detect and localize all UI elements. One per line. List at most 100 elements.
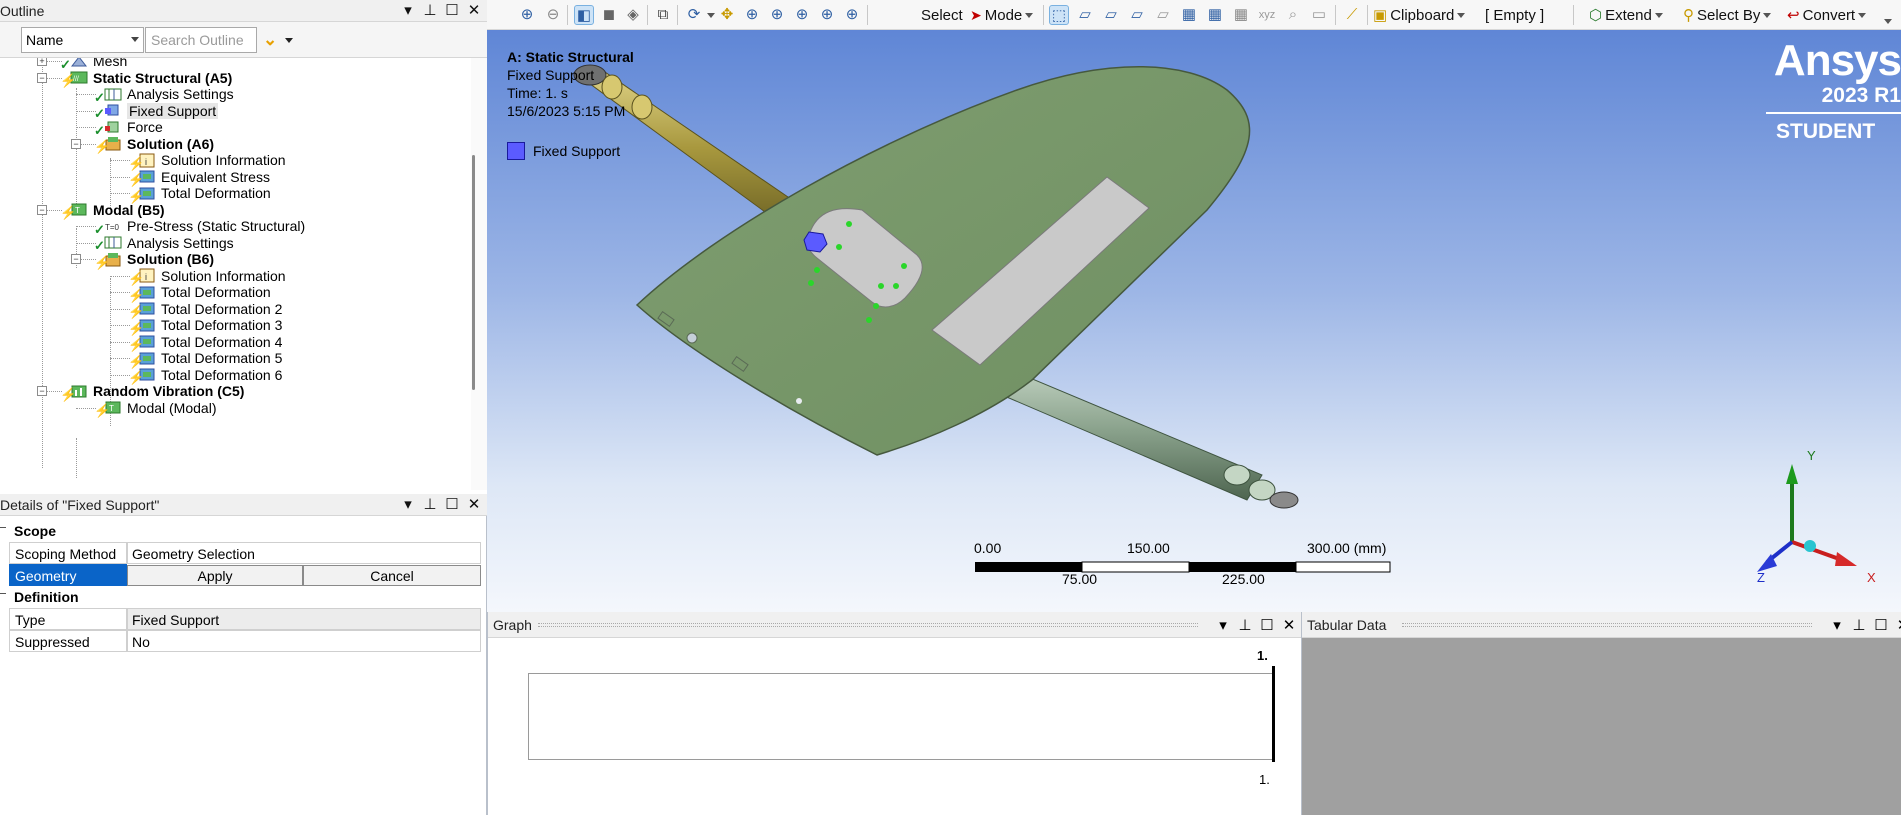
scoping-method-value[interactable]: Geometry Selection xyxy=(127,542,481,564)
graph-panel: Graph ▾ ⊥ ☐ ✕ 1. 1. xyxy=(487,612,1301,815)
close-icon[interactable]: ✕ xyxy=(466,496,482,514)
viewport-legend: Fixed Support xyxy=(507,142,620,160)
convert-button[interactable]: ↩ Convert xyxy=(1787,4,1867,26)
pin-icon[interactable]: ⊥ xyxy=(422,2,438,20)
pin-icon[interactable]: ⊥ xyxy=(422,496,438,514)
result-icon: ⚡ xyxy=(128,351,156,369)
select-body-icon[interactable]: ▱ xyxy=(1127,4,1147,26)
definition-header-label: Definition xyxy=(14,589,79,605)
clipboard-button[interactable]: ▣ Clipboard xyxy=(1373,4,1466,26)
brand-edition: STUDENT xyxy=(1776,120,1876,143)
filter-dropdown-icon[interactable] xyxy=(285,38,293,43)
select-node-icon[interactable]: ▱ xyxy=(1153,4,1173,26)
select-by-button[interactable]: ⚲ Select By xyxy=(1683,4,1772,26)
svg-text:i: i xyxy=(145,157,147,167)
result-icon: ⚡ xyxy=(128,301,156,319)
maximize-icon[interactable]: ☐ xyxy=(444,496,460,514)
expand-icon[interactable]: + xyxy=(37,58,47,66)
solution-icon: ⚡ xyxy=(94,252,122,270)
coordinate-select-icon[interactable]: xyz xyxy=(1257,4,1277,26)
close-icon[interactable]: ✕ xyxy=(1895,616,1901,634)
wing-body xyxy=(635,66,1251,456)
graphics-viewport[interactable]: A: Static Structural Fixed Support Time:… xyxy=(487,30,1901,612)
zoom-icon[interactable]: ⊕ xyxy=(742,4,762,26)
zoom-fit-icon[interactable]: ⊕ xyxy=(792,4,812,26)
geometry-row: Geometry Apply Cancel xyxy=(0,564,482,586)
definition-section-header[interactable]: Definition xyxy=(0,586,482,608)
select-button[interactable]: Select xyxy=(921,4,963,26)
suppressed-row: Suppressed No xyxy=(0,630,482,652)
chart-icon[interactable]: ⟋ xyxy=(1342,4,1362,26)
tree-node[interactable]: T ⚡ Modal (Modal) xyxy=(94,398,216,419)
collapse-icon[interactable]: − xyxy=(71,254,81,264)
find-icon[interactable]: ⌕ xyxy=(1283,4,1303,26)
outline-scrollbar-thumb[interactable] xyxy=(472,155,475,390)
wing-model[interactable] xyxy=(487,30,1901,612)
pin-icon[interactable]: ⊥ xyxy=(1237,616,1253,634)
dropdown-icon[interactable]: ▾ xyxy=(1215,616,1231,634)
selection-box-icon[interactable]: ⧉ xyxy=(653,4,673,26)
apply-button[interactable]: Apply xyxy=(127,565,303,586)
static-structural-icon: ///⚡ xyxy=(60,70,88,88)
shaded-view-icon[interactable]: ◧ xyxy=(574,4,594,26)
result-icon: ⚡ xyxy=(128,285,156,303)
select-edge-icon[interactable]: ▱ xyxy=(1075,4,1095,26)
update-status-icon: ⚡ xyxy=(60,73,77,88)
render-settings-icon[interactable]: ◈ xyxy=(623,4,643,26)
scale-label-225: 225.00 xyxy=(1222,571,1265,587)
prestress-icon: T=0 ✓ xyxy=(94,219,122,237)
date-readout: 15/6/2023 5:15 PM xyxy=(507,103,626,119)
collapse-icon[interactable]: − xyxy=(37,72,47,83)
extend-button[interactable]: ⬡ Extend xyxy=(1589,4,1663,26)
select-vertex-icon[interactable]: ⬚ xyxy=(1049,4,1069,26)
collapse-icon[interactable]: − xyxy=(71,138,81,149)
scale-label-75: 75.00 xyxy=(1062,571,1098,587)
collapse-icon[interactable]: − xyxy=(37,386,47,396)
close-icon[interactable]: ✕ xyxy=(1281,616,1297,634)
maximize-icon[interactable]: ☐ xyxy=(444,2,460,20)
wireframe-view-icon[interactable]: ◼ xyxy=(599,4,619,26)
mode-button[interactable]: ➤ Mode xyxy=(970,4,1034,26)
clipboard-status: [ Empty ] xyxy=(1485,4,1544,26)
dropdown-icon[interactable]: ▾ xyxy=(400,496,416,514)
collapse-icon[interactable]: − xyxy=(37,204,47,215)
pin-icon[interactable]: ⊥ xyxy=(1851,616,1867,634)
search-outline-input[interactable]: Search Outline xyxy=(145,27,257,53)
analysis-settings-icon: ✓ xyxy=(94,87,122,105)
geometry-label[interactable]: Geometry xyxy=(9,564,127,586)
maximize-icon[interactable]: ☐ xyxy=(1259,616,1275,634)
pan-icon[interactable]: ✥ xyxy=(717,4,737,26)
zoom-to-fit-icon[interactable]: ⊕ xyxy=(517,4,537,26)
filter-type-select[interactable]: Name xyxy=(21,27,144,53)
solution-information-icon: i ⚡ xyxy=(128,153,156,171)
label-icon[interactable]: ▭ xyxy=(1309,4,1329,26)
select-element-icon[interactable]: ▦ xyxy=(1205,4,1225,26)
details-title-bar: Details of "Fixed Support" ▾ ⊥ ☐ ✕ xyxy=(0,494,487,516)
dropdown-icon[interactable]: ▾ xyxy=(400,2,416,20)
select-element-face-icon[interactable]: ▦ xyxy=(1179,4,1199,26)
zoom-previous-icon[interactable]: ⊕ xyxy=(842,4,862,26)
graph-title: Graph xyxy=(493,617,532,633)
solution-information-icon: i ⚡ xyxy=(128,268,156,286)
tabular-title-bar: Tabular Data ▾ ⊥ ☐ ✕ xyxy=(1302,612,1901,638)
outline-filter-bar: Name Search Outline ⌄ xyxy=(0,22,487,58)
select-mesh-icon[interactable]: ▦ xyxy=(1231,4,1251,26)
update-status-icon: ⚡ xyxy=(60,205,77,220)
cancel-button[interactable]: Cancel xyxy=(303,565,481,586)
toolbar-overflow-icon[interactable] xyxy=(1881,10,1892,32)
dropdown-icon[interactable]: ▾ xyxy=(1829,616,1845,634)
maximize-icon[interactable]: ☐ xyxy=(1873,616,1889,634)
axis-triad[interactable]: Y X Z xyxy=(1757,442,1897,592)
graph-plot-area[interactable] xyxy=(528,673,1274,760)
filter-chevron-icon[interactable]: ⌄ xyxy=(263,30,277,50)
zoom-out-icon[interactable]: ⊖ xyxy=(543,4,563,26)
rotate-icon[interactable]: ⟳ xyxy=(684,4,715,26)
scope-section-header[interactable]: Scope xyxy=(0,520,482,542)
scale-label-150: 150.00 xyxy=(1127,540,1170,556)
box-zoom-icon[interactable]: ⊕ xyxy=(767,4,787,26)
close-icon[interactable]: ✕ xyxy=(466,2,482,20)
type-value: Fixed Support xyxy=(127,608,481,630)
magnifier-icon[interactable]: ⊕ xyxy=(817,4,837,26)
select-face-icon[interactable]: ▱ xyxy=(1101,4,1121,26)
suppressed-value[interactable]: No xyxy=(127,630,481,652)
